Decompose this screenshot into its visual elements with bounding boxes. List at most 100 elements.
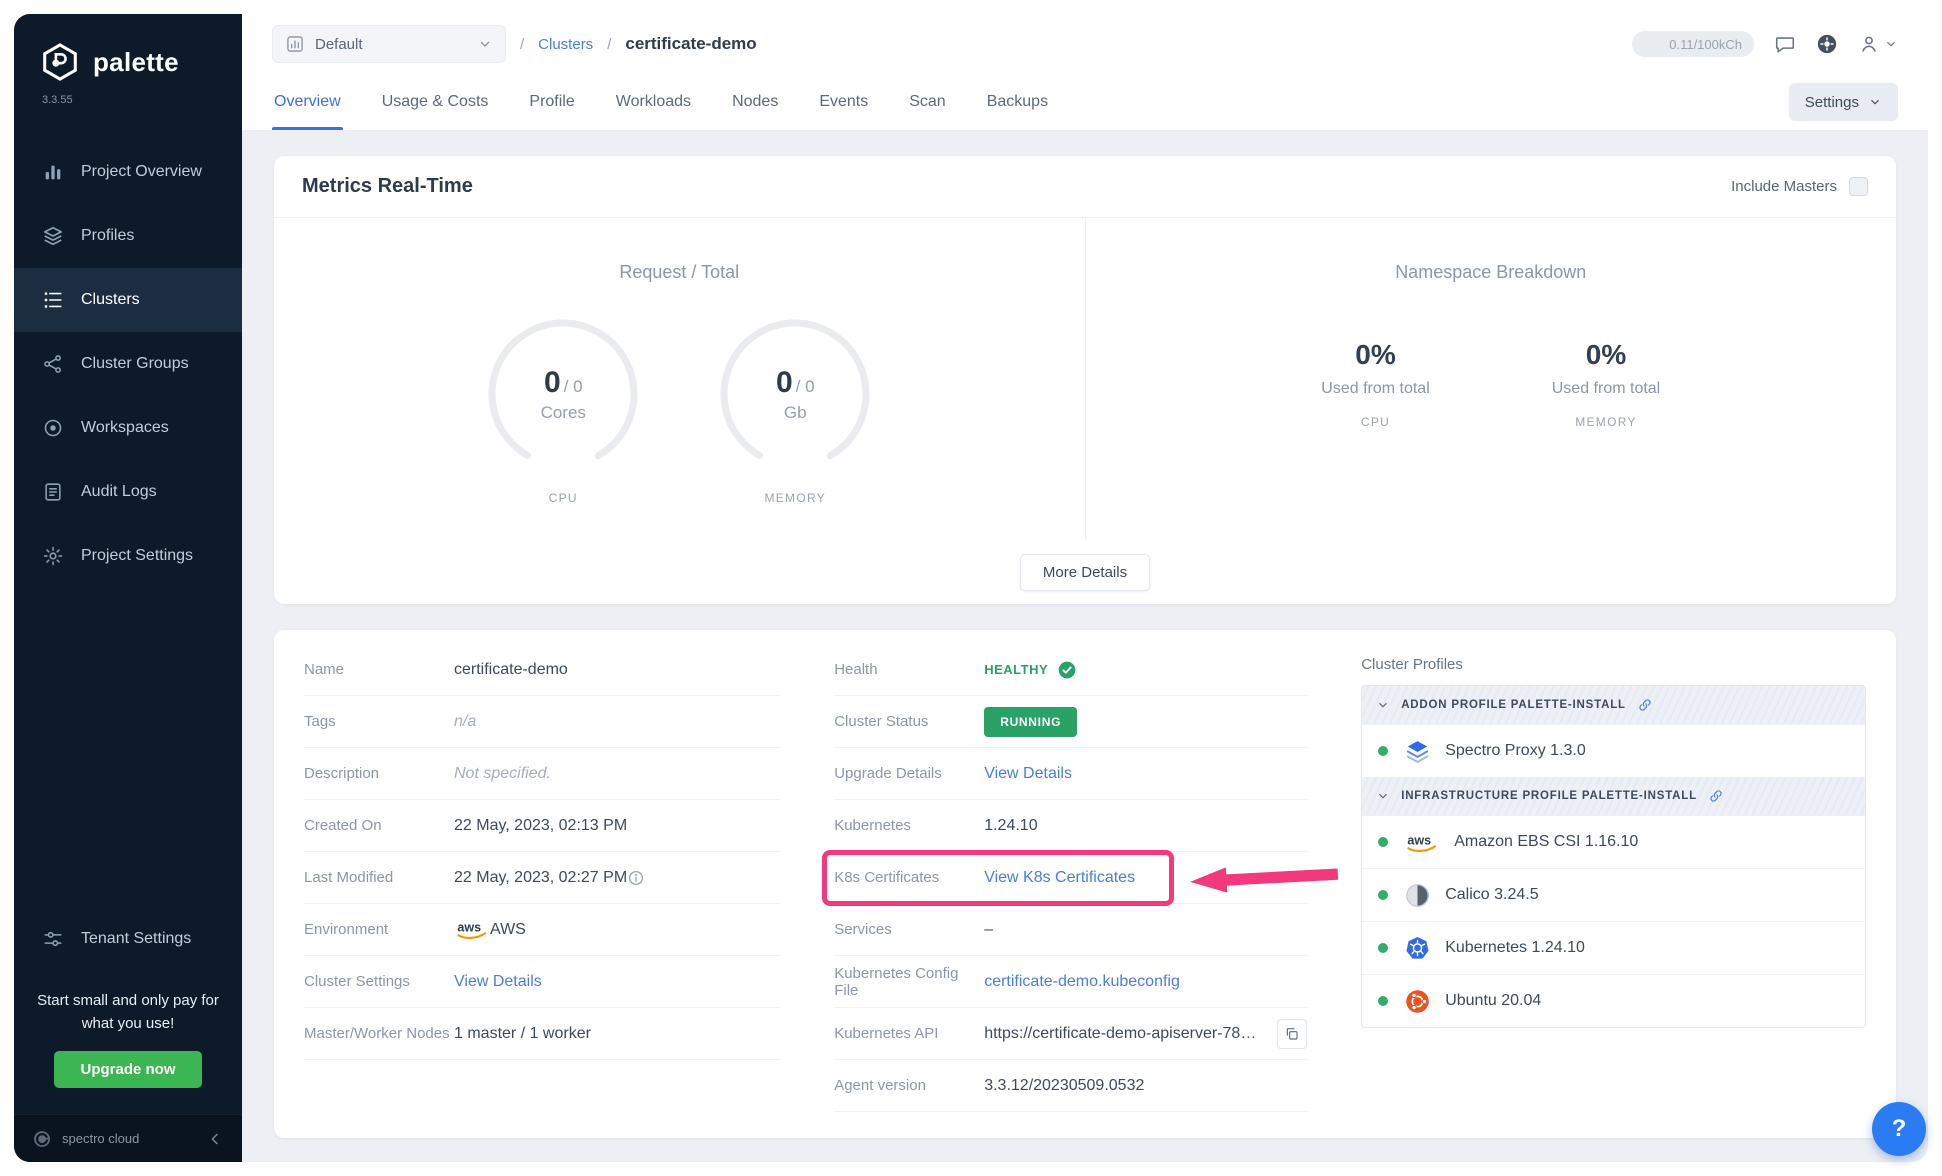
annotation-arrow [1188, 859, 1341, 897]
sidebar-item-profiles[interactable]: Profiles [14, 204, 242, 268]
gauges: 0 / 0CoresCPU 0 / 0GbMEMORY [484, 315, 874, 505]
profile-pack-item[interactable]: Ubuntu 20.04 [1362, 974, 1865, 1027]
tab-backups[interactable]: Backups [985, 74, 1050, 130]
sidebar-item-project-overview[interactable]: Project Overview [14, 140, 242, 204]
more-details-button[interactable]: More Details [1020, 554, 1150, 591]
include-masters-checkbox[interactable] [1849, 177, 1868, 196]
cluster-settings-button[interactable]: Settings [1789, 83, 1898, 121]
sidebar-bottom: Tenant Settings Start small and only pay… [14, 910, 242, 1162]
detail-link[interactable]: View Details [984, 765, 1072, 783]
gauge-value: 0 [776, 366, 793, 400]
profile-group-header[interactable]: ADDON PROFILE PALETTE-INSTALL [1362, 686, 1865, 724]
status-badge: RUNNING [984, 707, 1077, 737]
cluster-profiles-box: ADDON PROFILE PALETTE-INSTALL Spectro Pro… [1361, 685, 1866, 1028]
collapse-sidebar-icon[interactable] [206, 1130, 224, 1148]
topbar-right: 0.11/100kCh [1632, 31, 1898, 57]
detail-label: Master/Worker Nodes [304, 1025, 454, 1042]
stat-label: CPU [1361, 415, 1390, 429]
request-total-section: Request / Total 0 / 0CoresCPU0 / 0GbMEMO… [274, 218, 1085, 540]
detail-link[interactable]: View K8s Certificates [984, 869, 1135, 887]
detail-label: K8s Certificates [834, 869, 984, 886]
detail-value: 22 May, 2023, 02:27 PM [454, 869, 627, 887]
tab-events[interactable]: Events [817, 74, 870, 130]
status-dot [1378, 837, 1388, 847]
clusters-icon [42, 289, 64, 311]
cluster-groups-icon [42, 353, 64, 375]
stat-caption: Used from total [1321, 380, 1429, 398]
detail-row-kubernetes-api: Kubernetes APIhttps://certificate-demo-a… [834, 1008, 1307, 1060]
profile-group-title: ADDON PROFILE PALETTE-INSTALL [1401, 699, 1626, 711]
copy-button[interactable] [1277, 1019, 1307, 1049]
chevron-down-icon [1376, 698, 1390, 712]
detail-value: 22 May, 2023, 02:13 PM [454, 817, 627, 835]
stat-label: MEMORY [1575, 415, 1637, 429]
detail-label: Health [834, 661, 984, 678]
sidebar-item-clusters[interactable]: Clusters [14, 268, 242, 332]
gauge-memory: 0 / 0GbMEMORY [716, 315, 874, 505]
metrics-title: Metrics Real-Time [302, 175, 473, 198]
gauge-cpu: 0 / 0CoresCPU [484, 315, 642, 505]
detail-label: Cluster Status [834, 713, 984, 730]
app-version: 3.3.55 [42, 94, 216, 106]
sidebar-item-workspaces[interactable]: Workspaces [14, 396, 242, 460]
tab-overview[interactable]: Overview [272, 74, 343, 130]
tab-profile[interactable]: Profile [527, 74, 576, 130]
detail-value: 1 master / 1 worker [454, 1025, 591, 1043]
include-masters-label: Include Masters [1731, 178, 1837, 195]
sliders-icon [42, 928, 64, 950]
help-button[interactable]: ? [1872, 1102, 1926, 1156]
detail-label: Agent version [834, 1077, 984, 1094]
namespace-breakdown-section: Namespace Breakdown 0%Used from totalCPU… [1085, 218, 1897, 540]
namespace-stat-cpu: 0%Used from totalCPU [1321, 339, 1429, 429]
project-selector[interactable]: Default [272, 25, 506, 63]
tabs-bar: Overview Usage & Costs Profile Workloads Nod… [242, 74, 1928, 130]
detail-value: certificate-demo [454, 661, 568, 679]
detail-label: Services [834, 921, 984, 938]
tab-workloads[interactable]: Workloads [614, 74, 693, 130]
detail-row-cluster-status: Cluster StatusRUNNING [834, 696, 1307, 748]
settings-dark-icon[interactable] [1816, 33, 1838, 55]
profile-group-header[interactable]: INFRASTRUCTURE PROFILE PALETTE-INSTALL [1362, 777, 1865, 815]
namespace-stats: 0%Used from totalCPU0%Used from totalMEM… [1321, 339, 1660, 429]
tab-nodes[interactable]: Nodes [730, 74, 780, 130]
tab-usage-costs[interactable]: Usage & Costs [380, 74, 491, 130]
spectro-cloud-icon [32, 1129, 52, 1149]
detail-label: Last Modified [304, 869, 454, 886]
link-icon[interactable] [1637, 697, 1653, 713]
breadcrumb-separator: / [607, 36, 611, 53]
detail-link[interactable]: View Details [454, 973, 542, 991]
status-dot [1378, 996, 1388, 1006]
topbar: Default / Clusters / certificate-demo 0.… [242, 14, 1928, 74]
details-card: Namecertificate-demoTagsn/aDescriptionNo… [274, 630, 1896, 1138]
detail-row-kubernetes: Kubernetes1.24.10 [834, 800, 1307, 852]
user-menu[interactable] [1858, 33, 1898, 55]
profile-pack-item[interactable]: Calico 3.24.5 [1362, 868, 1865, 921]
check-circle-icon [1057, 660, 1077, 680]
breadcrumb-clusters-link[interactable]: Clusters [538, 36, 593, 53]
link-icon[interactable] [1708, 788, 1724, 804]
project-selector-value: Default [315, 36, 363, 53]
details-mid-column: HealthHEALTHYCluster StatusRUNNINGUpgrad… [834, 644, 1307, 1112]
sidebar-item-label: Project Settings [81, 547, 193, 565]
sidebar-item-tenant-settings[interactable]: Tenant Settings [14, 910, 242, 968]
app-window: palette 3.3.55 Project OverviewProfilesC… [14, 14, 1928, 1162]
profile-pack-item[interactable]: Spectro Proxy 1.3.0 [1362, 724, 1865, 777]
detail-link[interactable]: certificate-demo.kubeconfig [984, 973, 1180, 991]
detail-label: Upgrade Details [834, 765, 984, 782]
chat-icon[interactable] [1774, 33, 1796, 55]
sidebar-item-project-settings[interactable]: Project Settings [14, 524, 242, 588]
tab-scan[interactable]: Scan [907, 74, 947, 130]
chevron-down-icon [1376, 789, 1390, 803]
profile-pack-item[interactable]: Kubernetes 1.24.10 [1362, 921, 1865, 974]
upgrade-button[interactable]: Upgrade now [54, 1051, 201, 1088]
tab-label: Usage & Costs [382, 93, 489, 111]
tab-label: Scan [909, 93, 945, 111]
cluster-profiles-title: Cluster Profiles [1361, 656, 1866, 673]
logo-block: palette 3.3.55 [14, 14, 242, 106]
profile-pack-item[interactable]: awsAmazon EBS CSI 1.16.10 [1362, 815, 1865, 868]
promo-text: Start small and only pay for what you us… [28, 990, 228, 1035]
sidebar-item-audit-logs[interactable]: Audit Logs [14, 460, 242, 524]
workspaces-icon [42, 417, 64, 439]
sidebar-item-cluster-groups[interactable]: Cluster Groups [14, 332, 242, 396]
sidebar: palette 3.3.55 Project OverviewProfilesC… [14, 14, 242, 1162]
